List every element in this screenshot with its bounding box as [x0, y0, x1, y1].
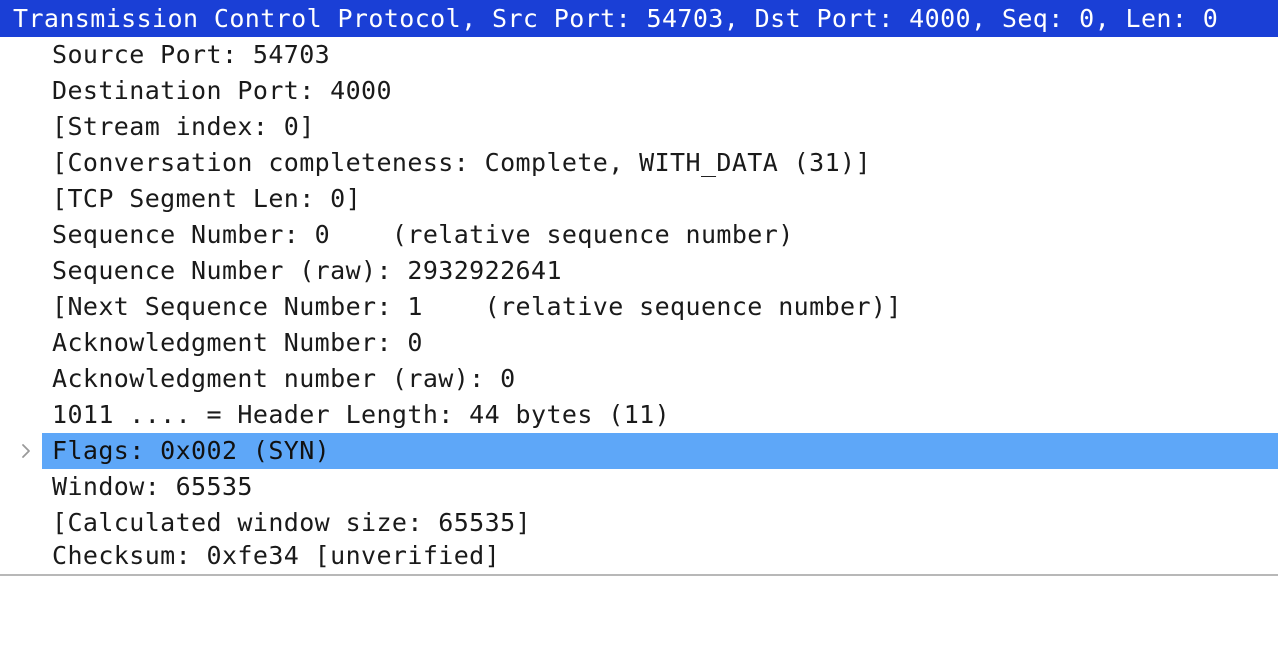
- field-label: Sequence Number: 0 (relative sequence nu…: [52, 220, 794, 249]
- field-stream-index[interactable]: [Stream index: 0]: [52, 109, 1278, 145]
- field-conversation-completeness[interactable]: [Conversation completeness: Complete, WI…: [52, 145, 1278, 181]
- field-label: Destination Port: 4000: [52, 76, 392, 105]
- field-label: Acknowledgment Number: 0: [52, 328, 423, 357]
- field-calculated-window-size[interactable]: [Calculated window size: 65535]: [52, 505, 1278, 541]
- field-label: Acknowledgment number (raw): 0: [52, 364, 516, 393]
- field-flags-selected[interactable]: Flags: 0x002 (SYN): [42, 433, 1278, 469]
- field-label: [Next Sequence Number: 1 (relative seque…: [52, 292, 902, 321]
- field-label: [Calculated window size: 65535]: [52, 508, 531, 537]
- field-label: Flags: 0x002 (SYN): [52, 436, 331, 465]
- field-next-sequence-number[interactable]: [Next Sequence Number: 1 (relative seque…: [52, 289, 1278, 325]
- field-acknowledgment-number-raw[interactable]: Acknowledgment number (raw): 0: [52, 361, 1278, 397]
- chevron-right-icon[interactable]: [16, 433, 36, 469]
- field-sequence-number-raw[interactable]: Sequence Number (raw): 2932922641: [52, 253, 1278, 289]
- field-acknowledgment-number[interactable]: Acknowledgment Number: 0: [52, 325, 1278, 361]
- field-sequence-number[interactable]: Sequence Number: 0 (relative sequence nu…: [52, 217, 1278, 253]
- field-label: Window: 65535: [52, 472, 253, 501]
- field-label: [Stream index: 0]: [52, 112, 315, 141]
- field-label: [Conversation completeness: Complete, WI…: [52, 148, 871, 177]
- tcp-protocol-header-label: Transmission Control Protocol, Src Port:…: [13, 4, 1219, 33]
- field-label: Checksum: 0xfe34 [unverified]: [52, 541, 501, 570]
- field-window[interactable]: Window: 65535: [52, 469, 1278, 505]
- field-label: 1011 .... = Header Length: 44 bytes (11): [52, 400, 671, 429]
- tcp-protocol-header-row[interactable]: Transmission Control Protocol, Src Port:…: [0, 0, 1278, 37]
- field-tcp-segment-len[interactable]: [TCP Segment Len: 0]: [52, 181, 1278, 217]
- field-source-port[interactable]: Source Port: 54703: [52, 37, 1278, 73]
- field-label: Sequence Number (raw): 2932922641: [52, 256, 562, 285]
- field-checksum[interactable]: Checksum: 0xfe34 [unverified]: [52, 538, 1278, 574]
- field-header-length[interactable]: 1011 .... = Header Length: 44 bytes (11): [52, 397, 1278, 433]
- field-destination-port[interactable]: Destination Port: 4000: [52, 73, 1278, 109]
- field-label: [TCP Segment Len: 0]: [52, 184, 362, 213]
- field-label: Source Port: 54703: [52, 40, 331, 69]
- packet-details-tree: Transmission Control Protocol, Src Port:…: [0, 0, 1278, 576]
